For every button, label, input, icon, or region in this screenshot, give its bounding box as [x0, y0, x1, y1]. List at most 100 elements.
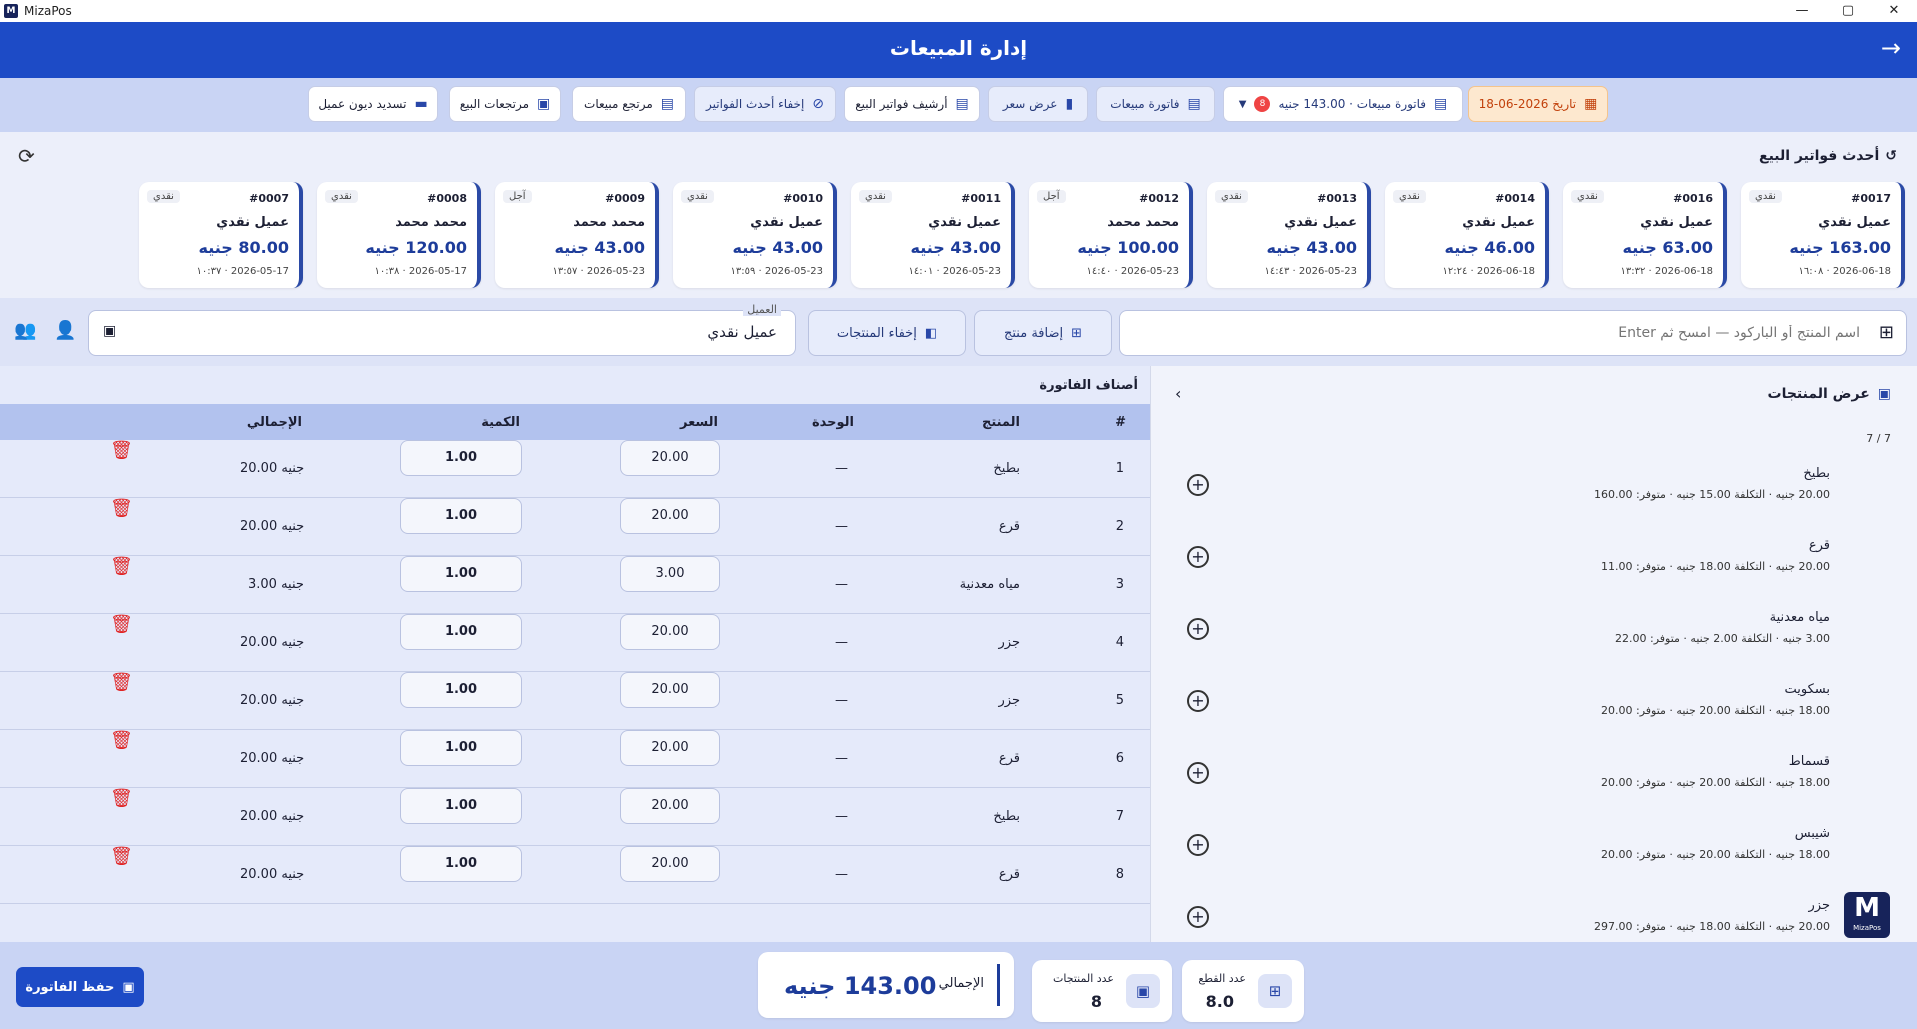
- invoice-customer: محمد محمد: [1107, 215, 1179, 230]
- save-invoice-button[interactable]: ▣ حفظ الفاتورة: [16, 967, 144, 1007]
- eye-off-icon: ⊘: [812, 96, 825, 112]
- add-circle-icon[interactable]: +: [1187, 906, 1209, 928]
- price-input[interactable]: 20.00: [620, 846, 720, 882]
- invoice-amount: 43.00 جنيه: [732, 238, 823, 257]
- invoice-number: #0016: [1673, 192, 1713, 205]
- product-name: قسماط: [1788, 754, 1830, 769]
- date-button[interactable]: ▦ تاريخ 2026-06-18: [1468, 86, 1608, 122]
- add-circle-icon[interactable]: +: [1187, 474, 1209, 496]
- invoice-card[interactable]: #0017 نقدي عميل نقدي 163.00 جنيه 2026-06…: [1741, 182, 1905, 288]
- delete-icon[interactable]: 🗑: [110, 556, 133, 577]
- add-circle-icon[interactable]: +: [1187, 834, 1209, 856]
- table-header: # المنتج الوحدة السعر الكمية الإجمالي: [0, 404, 1150, 440]
- price-input[interactable]: 20.00: [620, 498, 720, 534]
- archive-button[interactable]: ▤ أرشيف فواتير البيع: [844, 86, 980, 122]
- history-icon: ↺: [1885, 148, 1897, 164]
- invoice-card[interactable]: #0009 آجل محمد محمد 43.00 جنيه 2026-05-2…: [495, 182, 659, 288]
- maximize-button[interactable]: ▢: [1825, 0, 1871, 22]
- add-circle-icon[interactable]: +: [1187, 618, 1209, 640]
- recent-invoices-title: أحدث فواتير البيع: [1759, 148, 1880, 164]
- price-input[interactable]: 20.00: [620, 730, 720, 766]
- recent-invoices-panel: ↺ أحدث فواتير البيع ⟳ #0017 نقدي عميل نق…: [0, 132, 1917, 298]
- minimize-button[interactable]: —: [1779, 0, 1825, 22]
- qr-scan-icon[interactable]: ⊞: [1879, 322, 1894, 343]
- column-header-product: المنتج: [981, 415, 1020, 430]
- product-info: 20.00 جنيه · التكلفة 15.00 جنيه · متوفر:…: [1594, 488, 1830, 501]
- delete-icon[interactable]: 🗑: [110, 440, 133, 461]
- invoice-datetime: 2026-06-18 · ١٦:٠٨: [1798, 266, 1891, 277]
- quantity-input[interactable]: 1.00: [400, 788, 522, 824]
- row-total: 20.00 جنيه: [240, 461, 305, 476]
- quantity-input[interactable]: 1.00: [400, 498, 522, 534]
- delete-icon[interactable]: 🗑: [110, 672, 133, 693]
- search-bar: ⊞ ⊞ إضافة منتج ◧ إخفاء المنتجات العميل ع…: [0, 298, 1917, 366]
- quantity-input[interactable]: 1.00: [400, 730, 522, 766]
- refresh-icon[interactable]: ⟳: [18, 144, 35, 168]
- price-input[interactable]: 20.00: [620, 672, 720, 708]
- pieces-count-card: ⊞ عدد القطع 8.0: [1182, 960, 1304, 1022]
- returns-button[interactable]: ▣ مرتجعات البيع: [449, 86, 561, 122]
- payment-type-badge: نقدي: [1749, 190, 1782, 203]
- invoice-card[interactable]: #0014 نقدي عميل نقدي 46.00 جنيه 2026-06-…: [1385, 182, 1549, 288]
- quantity-input[interactable]: 1.00: [400, 846, 522, 882]
- add-circle-icon[interactable]: +: [1187, 546, 1209, 568]
- row-unit: —: [835, 809, 848, 824]
- invoice-card[interactable]: #0016 نقدي عميل نقدي 63.00 جنيه 2026-06-…: [1563, 182, 1727, 288]
- price-input[interactable]: 20.00: [620, 614, 720, 650]
- add-product-label: إضافة منتج: [1003, 325, 1064, 341]
- delete-icon[interactable]: 🗑: [110, 846, 133, 867]
- invoice-card[interactable]: #0010 نقدي عميل نقدي 43.00 جنيه 2026-05-…: [673, 182, 837, 288]
- receipt-icon: ▤: [660, 96, 674, 112]
- table-row: 4 جزر — 20.00 1.00 20.00 جنيه 🗑: [0, 614, 1150, 672]
- close-button[interactable]: ✕: [1871, 0, 1917, 22]
- hide-recent-button[interactable]: ⊘ إخفاء أحدث الفواتير: [694, 86, 836, 122]
- column-header-unit: الوحدة: [811, 415, 854, 430]
- invoice-card[interactable]: #0008 نقدي محمد محمد 120.00 جنيه 2026-05…: [317, 182, 481, 288]
- delete-icon[interactable]: 🗑: [110, 498, 133, 519]
- price-input[interactable]: 3.00: [620, 556, 720, 592]
- customers-icon[interactable]: 👥: [14, 320, 36, 341]
- sales-return-button[interactable]: ▤ مرتجع مبيعات: [572, 86, 686, 122]
- invoice-card[interactable]: #0012 آجل محمد محمد 100.00 جنيه 2026-05-…: [1029, 182, 1193, 288]
- row-total: 20.00 جنيه: [240, 867, 305, 882]
- invoice-card[interactable]: #0013 نقدي عميل نقدي 43.00 جنيه 2026-05-…: [1207, 182, 1371, 288]
- add-circle-icon[interactable]: +: [1187, 690, 1209, 712]
- payment-type-badge: نقدي: [681, 190, 714, 203]
- quantity-input[interactable]: 1.00: [400, 614, 522, 650]
- quantity-input[interactable]: 1.00: [400, 556, 522, 592]
- invoice-card[interactable]: #0007 نقدي عميل نقدي 80.00 جنيه 2026-05-…: [139, 182, 303, 288]
- customer-field[interactable]: العميل عميل نقدي ▣: [88, 303, 796, 356]
- return-box-icon: ▣: [537, 96, 551, 112]
- quote-button[interactable]: ▮ عرض سعر: [988, 86, 1088, 122]
- chevron-left-icon[interactable]: ‹: [1175, 384, 1181, 403]
- back-arrow-icon[interactable]: →: [1881, 34, 1901, 62]
- delete-icon[interactable]: 🗑: [110, 730, 133, 751]
- product-search-input[interactable]: [1160, 321, 1860, 345]
- table-row: 3 مياه معدنية — 3.00 1.00 3.00 جنيه 🗑: [0, 556, 1150, 614]
- row-product: جزر: [998, 693, 1021, 708]
- invoice-amount: 80.00 جنيه: [198, 238, 289, 257]
- save-invoice-label: حفظ الفاتورة: [25, 979, 115, 995]
- add-customer-icon[interactable]: 👤: [54, 320, 76, 341]
- quantity-input[interactable]: 1.00: [400, 672, 522, 708]
- debt-payment-button[interactable]: ▬ تسديد ديون عميل: [308, 86, 438, 122]
- sales-invoice-button[interactable]: ▤ فاتورة مبيعات: [1096, 86, 1215, 122]
- product-name: بسكويت: [1784, 682, 1831, 697]
- add-circle-icon[interactable]: +: [1187, 762, 1209, 784]
- price-input[interactable]: 20.00: [620, 788, 720, 824]
- delete-icon[interactable]: 🗑: [110, 788, 133, 809]
- delete-icon[interactable]: 🗑: [110, 614, 133, 635]
- invoice-number: #0012: [1139, 192, 1179, 205]
- invoice-card[interactable]: #0011 نقدي عميل نقدي 43.00 جنيه 2026-05-…: [851, 182, 1015, 288]
- product-search-box[interactable]: ⊞: [1119, 310, 1907, 356]
- add-product-button[interactable]: ⊞ إضافة منتج: [974, 310, 1112, 356]
- total-accent-bar: [997, 964, 1000, 1006]
- quantity-input[interactable]: 1.00: [400, 440, 522, 476]
- price-input[interactable]: 20.00: [620, 440, 720, 476]
- invoice-count-badge: 8: [1254, 96, 1271, 112]
- invoice-select[interactable]: ▤ فاتورة مبيعات · 143.00 جنيه 8 ▼: [1223, 86, 1463, 122]
- payment-type-badge: آجل: [503, 190, 532, 203]
- hide-products-button[interactable]: ◧ إخفاء المنتجات: [808, 310, 966, 356]
- invoice-customer: محمد محمد: [395, 215, 467, 230]
- payment-type-badge: نقدي: [1215, 190, 1248, 203]
